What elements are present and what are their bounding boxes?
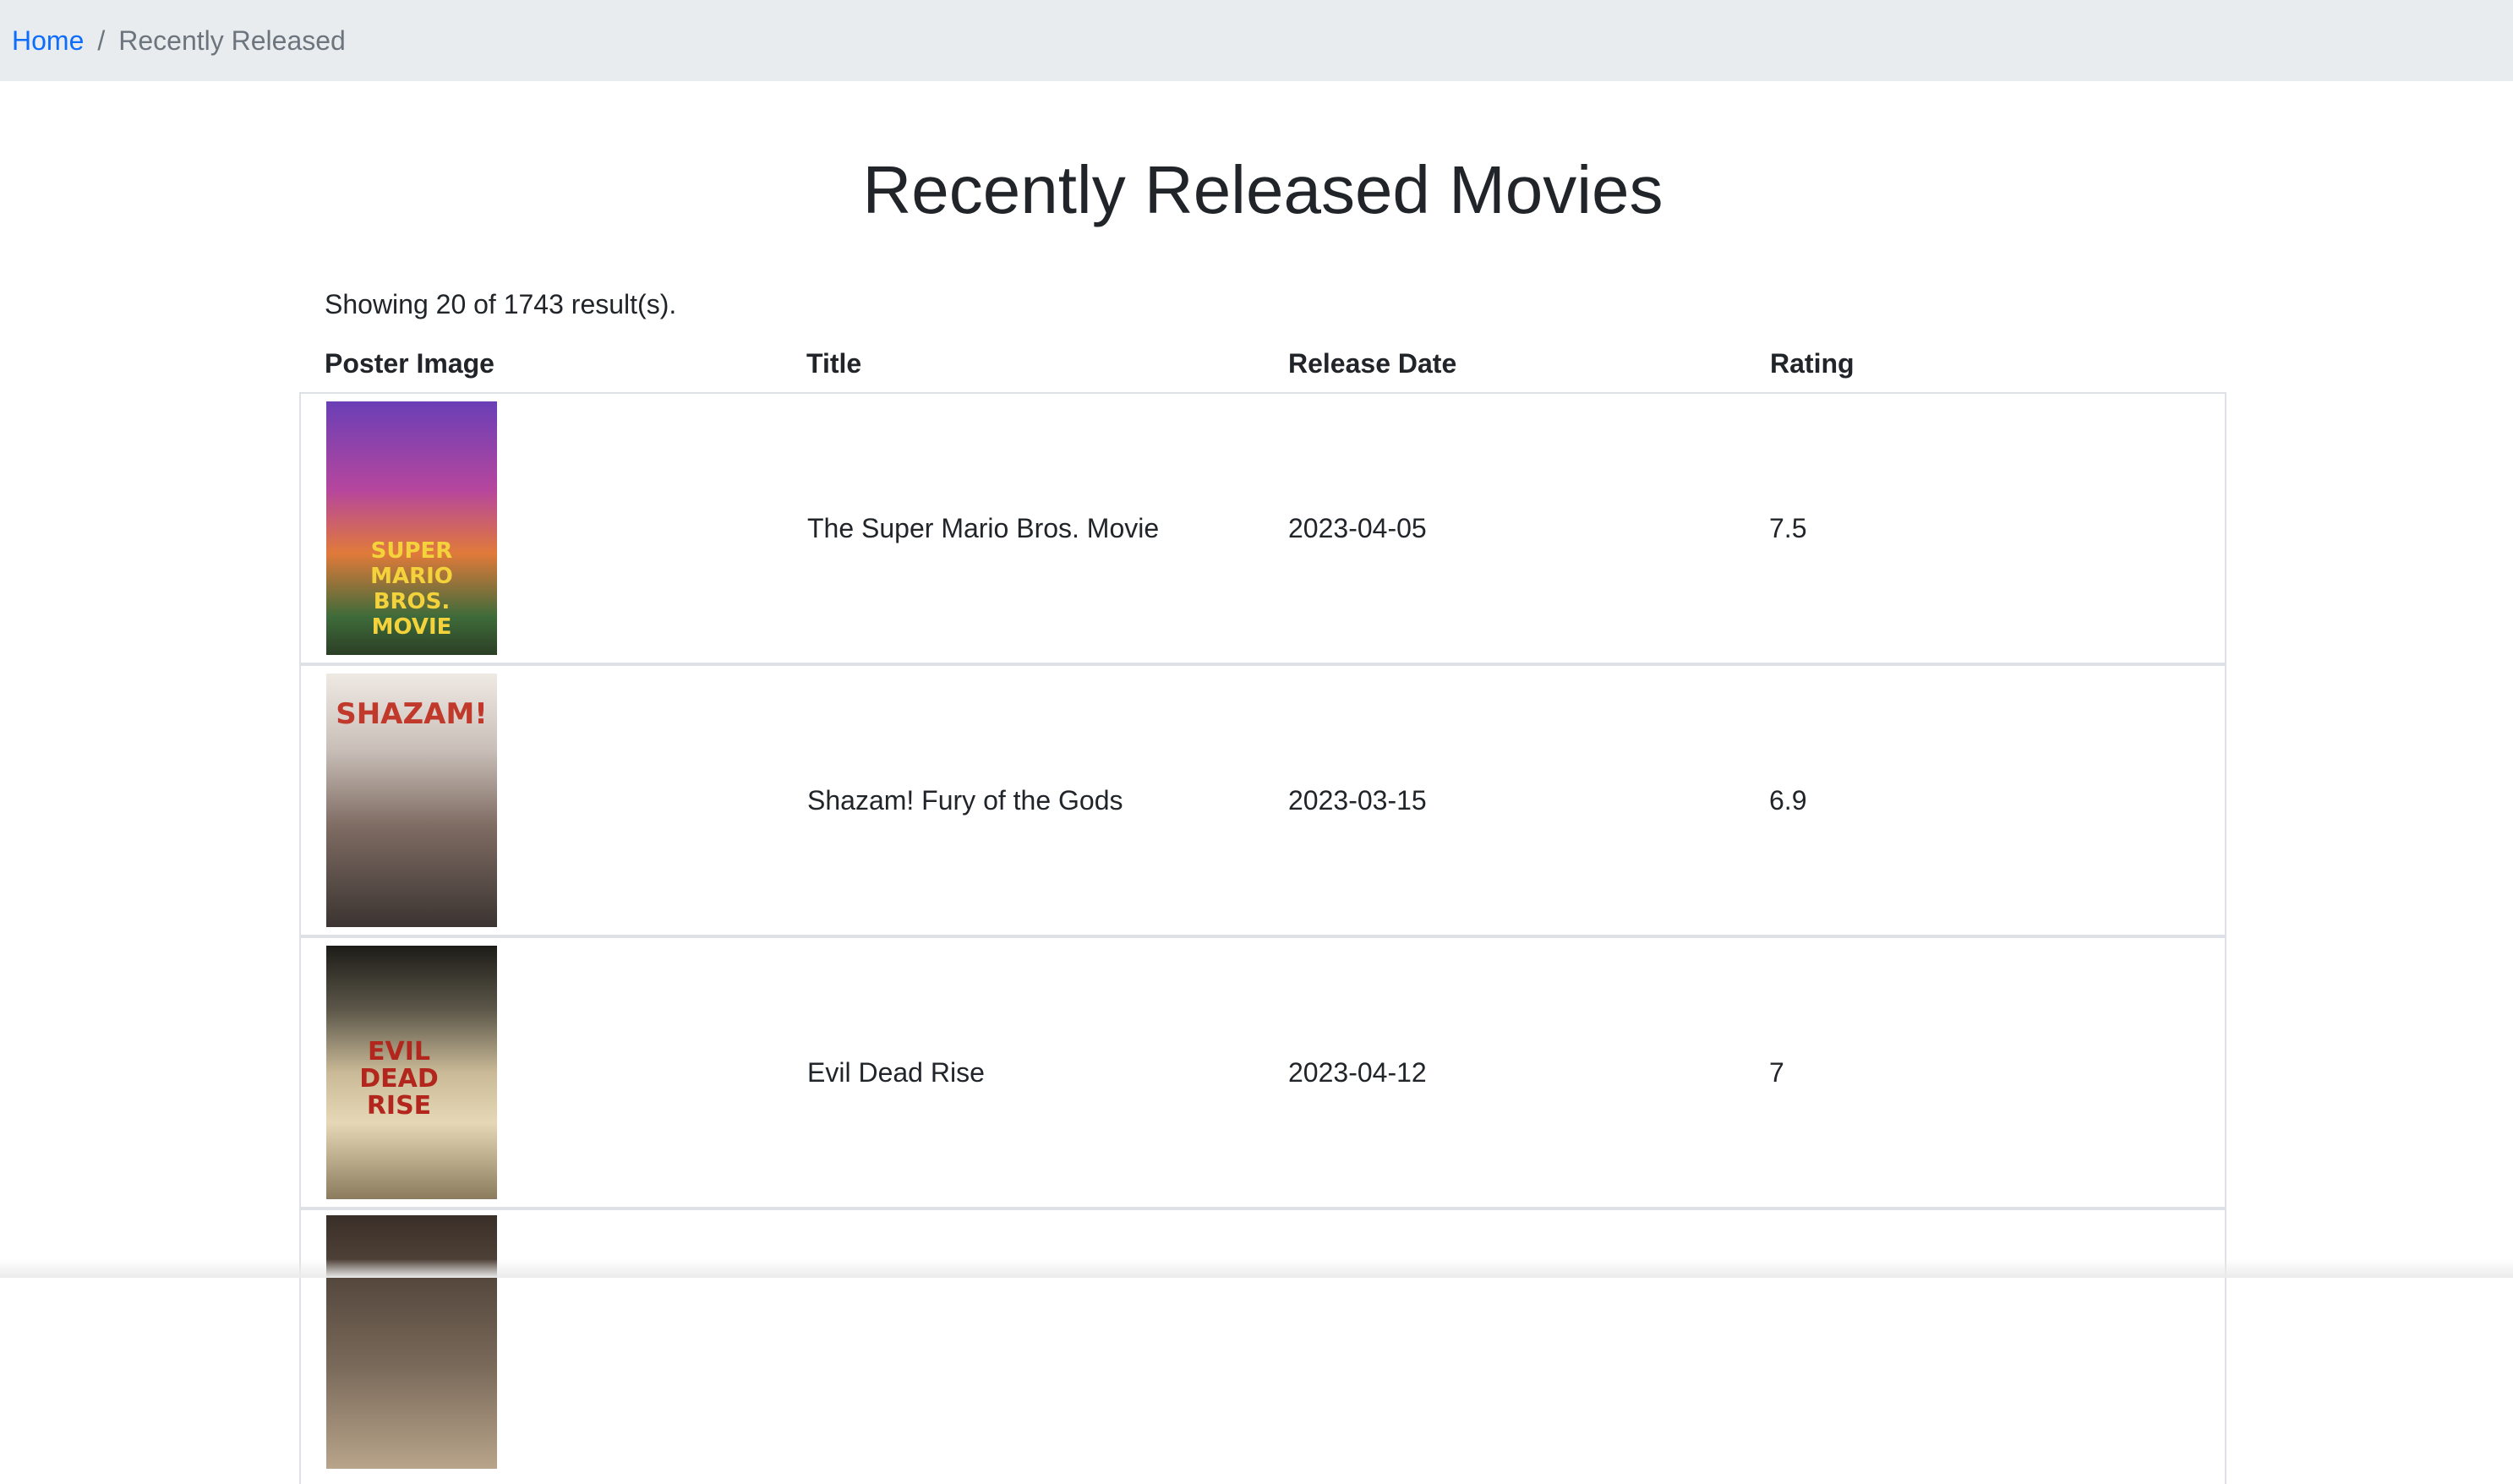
column-header-title: Title: [806, 347, 862, 379]
movie-release-date: 2023-04-05: [1288, 512, 1427, 543]
movie-poster-image[interactable]: EVIL DEAD RISE: [326, 946, 497, 1199]
movie-release-date: 2023-04-12: [1288, 1056, 1427, 1088]
poster-cell: EVIL DEAD RISE: [301, 946, 782, 1199]
breadcrumb-current: Recently Released: [118, 25, 346, 56]
results-count: Showing 20 of 1743 result(s).: [325, 289, 677, 319]
table-body: SUPER MARIO BROS. MOVIE The Super Mario …: [299, 392, 2226, 1484]
movie-title: Shazam! Fury of the Gods: [807, 784, 1123, 816]
movie-title: Evil Dead Rise: [807, 1056, 985, 1088]
table-row[interactable]: SUPER MARIO BROS. MOVIE The Super Mario …: [301, 394, 2225, 666]
page-title: Recently Released Movies: [862, 152, 1663, 227]
column-header-release-date: Release Date: [1288, 347, 1457, 379]
poster-cell: [301, 1215, 783, 1469]
poster-title-art: SUPER MARIO BROS. MOVIE: [370, 538, 453, 640]
movies-table: Poster Image Title Release Date Rating S…: [299, 335, 2226, 1484]
breadcrumb-home-link[interactable]: Home: [12, 25, 84, 57]
movie-rating: 7: [1769, 1056, 1784, 1088]
poster-title-art: EVIL DEAD RISE: [359, 1037, 439, 1121]
movie-title: The Super Mario Bros. Movie: [807, 512, 1160, 543]
movie-rating: 7.5: [1769, 512, 1807, 543]
table-header: Poster Image Title Release Date Rating: [299, 335, 2226, 392]
poster-cell: SUPER MARIO BROS. MOVIE: [301, 401, 782, 655]
movie-poster-image[interactable]: SHAZAM!: [326, 674, 497, 927]
movie-poster-image[interactable]: [326, 1215, 497, 1469]
table-row[interactable]: SHAZAM! Shazam! Fury of the Gods 2023-03…: [301, 666, 2225, 938]
table-row[interactable]: [301, 1210, 2225, 1484]
poster-cell: SHAZAM!: [301, 674, 782, 927]
breadcrumb-separator: /: [97, 25, 106, 56]
column-header-poster: Poster Image: [325, 347, 494, 379]
movie-poster-image[interactable]: SUPER MARIO BROS. MOVIE: [326, 401, 497, 655]
column-header-rating: Rating: [1770, 347, 1855, 379]
poster-title-art: SHAZAM!: [336, 697, 488, 731]
viewport-bottom-shadow: [0, 1259, 2513, 1278]
movie-release-date: 2023-03-15: [1288, 784, 1427, 816]
movie-rating: 6.9: [1769, 784, 1807, 816]
table-row[interactable]: EVIL DEAD RISE Evil Dead Rise 2023-04-12…: [301, 938, 2225, 1210]
breadcrumb: Home / Recently Released: [0, 0, 2513, 81]
